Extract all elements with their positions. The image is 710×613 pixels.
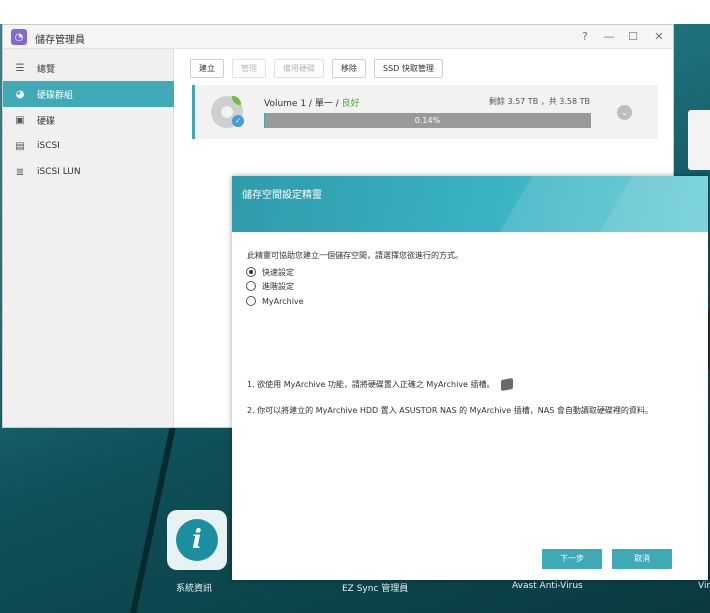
radio-button[interactable]	[246, 267, 256, 277]
sidebar-item-label: 硬碟群組	[37, 90, 74, 101]
volume-card[interactable]: ✓ Volume 1 / 單一 / 良好 剩餘 3.57 TB ，共 3.58 …	[192, 85, 658, 139]
option-label: 進階設定	[262, 281, 294, 291]
desktop-widget[interactable]	[688, 110, 710, 170]
note-2: 2. 你可以將建立的 MyArchive HDD 置入 ASUSTOR NAS …	[247, 406, 653, 415]
option-quick-setup[interactable]: 快速設定	[246, 266, 294, 278]
radio-button[interactable]	[246, 281, 256, 291]
cancel-button[interactable]: 取消	[612, 549, 672, 569]
sidebar-item-overview[interactable]: ☰ 總覽	[3, 55, 174, 81]
option-label: 快速設定	[262, 267, 294, 277]
wizard-header[interactable]: 儲存空間設定精靈	[232, 176, 708, 232]
sidebar-item-label: iSCSI	[37, 141, 60, 151]
info-icon: i	[176, 519, 218, 561]
option-label: MyArchive	[262, 296, 304, 306]
desktop-label-avast[interactable]: Avast Anti-Virus	[512, 581, 583, 591]
manage-button[interactable]: 管理	[232, 59, 266, 78]
overview-icon: ☰	[15, 62, 25, 74]
desktop-label-ez-sync[interactable]: EZ Sync 管理員	[342, 581, 408, 594]
volume-status: 良好	[341, 99, 360, 109]
desktop-label-system-info[interactable]: 系統資訊	[176, 581, 212, 594]
sidebar-item-label: 總覽	[37, 64, 56, 75]
volume-capacity: 剩餘 3.57 TB ，共 3.58 TB	[488, 97, 590, 106]
hard-drive-icon	[500, 377, 513, 392]
wallpaper-streak	[125, 401, 181, 613]
sidebar-item-iscsi[interactable]: ▤ iSCSI	[3, 133, 174, 159]
top-strip	[0, 0, 710, 24]
desktop-label-vir[interactable]: Vir	[698, 581, 710, 591]
storage-manager-app-icon: ◔	[11, 29, 27, 45]
window-titlebar[interactable]: ◔ 儲存管理員 ? — ☐ ✕	[3, 25, 673, 49]
sidebar-item-iscsi-lun[interactable]: ≣ iSCSI LUN	[3, 159, 174, 185]
create-button[interactable]: 建立	[190, 59, 224, 78]
expand-chevron-icon[interactable]: ⌄	[617, 105, 632, 120]
close-icon[interactable]: ✕	[651, 29, 667, 45]
radio-button[interactable]	[246, 296, 256, 306]
wizard-title: 儲存空間設定精靈	[242, 190, 322, 201]
sidebar-item-volume[interactable]: ◕ 硬碟群組	[3, 81, 174, 107]
spare-disk-button[interactable]: 備用硬碟	[274, 59, 324, 78]
volume-usage-bar: 0.14%	[264, 113, 591, 128]
volume-name-prefix: Volume 1 / 單一 /	[264, 99, 342, 109]
shield-check-icon: ✓	[232, 115, 244, 127]
system-info-app-icon[interactable]: i	[167, 510, 227, 570]
volume-name: Volume 1 / 單一 / 良好	[264, 96, 360, 109]
volume-usage-label: 0.14%	[414, 116, 441, 125]
minimize-icon[interactable]: —	[601, 29, 617, 45]
storage-setup-wizard: 儲存空間設定精靈 此精靈可協助您建立一個儲存空間，請選擇您欲進行的方式。 快速設…	[232, 176, 708, 580]
toolbar: 建立 管理 備用硬碟 移除 SSD 快取管理	[190, 59, 443, 79]
remove-button[interactable]: 移除	[332, 59, 366, 78]
sidebar-item-label: 硬碟	[37, 116, 56, 127]
iscsi-icon: ▤	[15, 140, 25, 152]
sidebar-item-label: iSCSI LUN	[37, 167, 81, 177]
volume-icon: ◕	[15, 88, 25, 100]
wizard-intro: 此精靈可協助您建立一個儲存空間，請選擇您欲進行的方式。	[247, 251, 463, 260]
maximize-icon[interactable]: ☐	[625, 29, 641, 45]
sidebar: ☰ 總覽 ◕ 硬碟群組 ▣ 硬碟 ▤ iSCSI ≣ iSCSI LUN	[3, 49, 174, 427]
iscsi-lun-icon: ≣	[15, 166, 25, 178]
note-1-text: 1. 欲使用 MyArchive 功能，請將硬碟置入正確之 MyArchive …	[247, 380, 495, 389]
option-advanced-setup[interactable]: 進階設定	[246, 280, 294, 292]
sidebar-item-disk[interactable]: ▣ 硬碟	[3, 107, 174, 133]
window-title: 儲存管理員	[35, 35, 85, 46]
ssd-cache-button[interactable]: SSD 快取管理	[374, 59, 443, 78]
note-1: 1. 欲使用 MyArchive 功能，請將硬碟置入正確之 MyArchive …	[247, 377, 513, 392]
option-myarchive[interactable]: MyArchive	[246, 295, 304, 307]
disk-icon: ▣	[15, 114, 25, 126]
help-icon[interactable]: ?	[577, 29, 593, 45]
next-button[interactable]: 下一步	[542, 549, 602, 569]
